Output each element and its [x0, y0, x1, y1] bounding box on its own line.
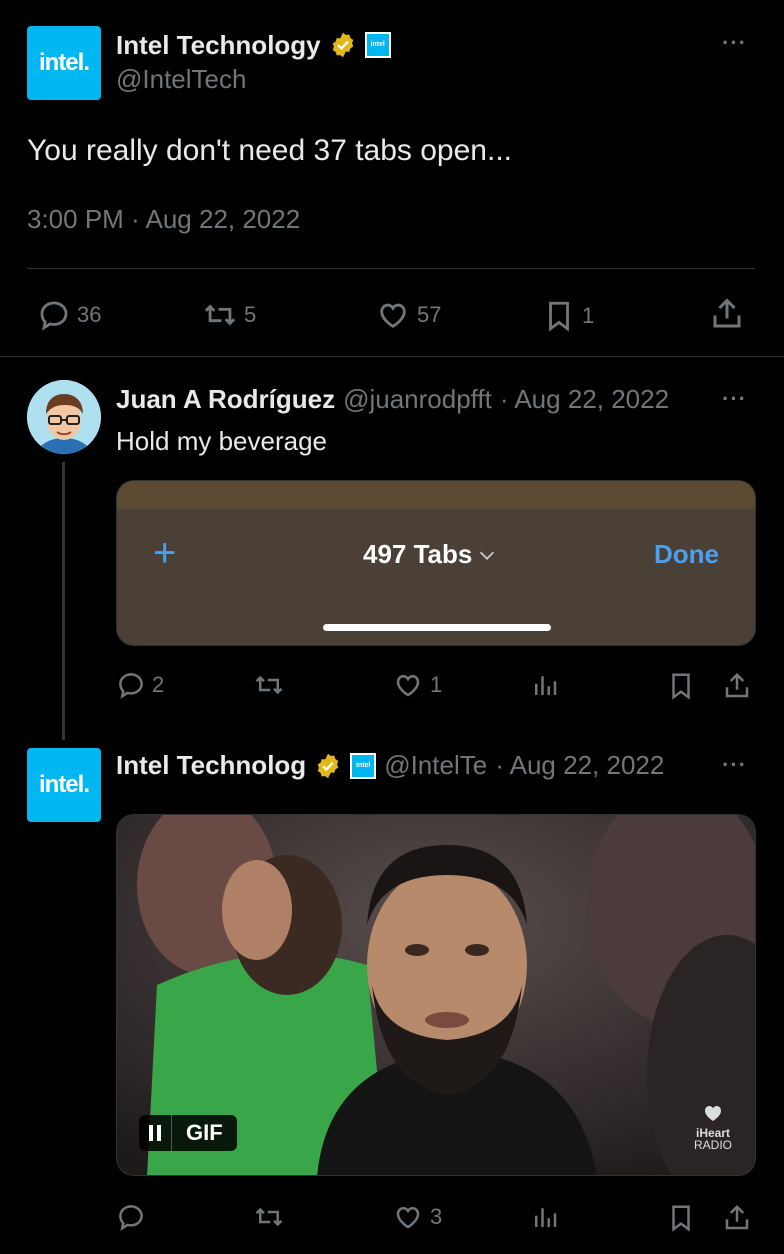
verified-badge-icon [332, 32, 353, 58]
retweet-button[interactable] [252, 670, 292, 700]
reply-button[interactable] [116, 1202, 152, 1232]
reply-text: Hold my beverage [116, 426, 327, 456]
reply-header: Intel Technolog intel @IntelTe · Aug 22,… [116, 750, 716, 781]
retweet-count: 5 [244, 302, 257, 327]
like-button[interactable]: 1 [392, 670, 442, 700]
tweet-text: You really don't need 37 tabs open... [27, 134, 512, 167]
heart-logo-icon [705, 1106, 721, 1121]
user-avatar[interactable] [27, 380, 101, 454]
reply-header: Juan A Rodríguez @juanrodpfft · Aug 22, … [116, 384, 669, 415]
bookmark-button[interactable] [666, 1202, 696, 1234]
share-icon [725, 672, 749, 698]
like-count: 3 [430, 1204, 443, 1229]
reply-date[interactable]: · Aug 22, 2022 [500, 384, 669, 415]
more-options-icon[interactable]: ··· [722, 752, 747, 778]
cartoon-avatar-icon [27, 380, 101, 454]
intel-logo-avatar[interactable]: intel. [27, 748, 101, 822]
author-handle[interactable]: @juanrodpfft [343, 384, 492, 415]
media-screenshot[interactable]: + 497 Tabs Done [116, 480, 756, 646]
heart-icon [396, 674, 420, 697]
like-count: 57 [417, 302, 442, 327]
reply-icon [119, 673, 143, 699]
more-options-icon[interactable]: ··· [722, 386, 747, 412]
verified-badge-icon [317, 753, 339, 778]
gif-badge[interactable]: GIF [139, 1115, 237, 1151]
section-divider [0, 356, 784, 357]
retweet-icon [204, 304, 236, 326]
author-name[interactable]: Intel Technology [116, 30, 321, 61]
main-author-row: Intel Technology intel [116, 28, 391, 62]
plus-icon[interactable]: + [153, 531, 176, 576]
done-button[interactable]: Done [654, 539, 719, 570]
bookmark-count: 1 [582, 303, 595, 328]
bookmark-icon [672, 673, 690, 700]
reply-icon [119, 1205, 143, 1231]
share-button[interactable] [709, 296, 745, 332]
analytics-button[interactable] [530, 670, 560, 700]
reply-count: 2 [152, 672, 165, 697]
more-options-icon[interactable]: ··· [722, 30, 747, 56]
main-actions-bar: 36 5 57 1 [27, 296, 755, 336]
divider [27, 268, 755, 269]
like-button[interactable]: 57 [375, 298, 441, 332]
retweet-button[interactable]: 5 [202, 298, 256, 332]
retweet-button[interactable] [252, 1202, 292, 1232]
retweet-icon [255, 1207, 283, 1227]
affiliate-badge-icon[interactable]: intel [364, 32, 391, 58]
share-button[interactable] [722, 1202, 752, 1234]
reply-icon [40, 301, 68, 331]
tweet-timestamp[interactable]: 3:00 PM · Aug 22, 2022 [27, 204, 300, 235]
author-name[interactable]: Juan A Rodríguez [116, 384, 335, 415]
bookmark-icon [672, 1205, 690, 1232]
reply-1-actions: 2 1 [116, 670, 756, 704]
media-top-strip [117, 481, 755, 509]
author-handle[interactable]: @IntelTech [116, 64, 246, 95]
bookmark-button[interactable]: 1 [542, 298, 594, 334]
heart-icon [396, 1206, 420, 1229]
gif-media[interactable]: GIF iHeart RADIO [116, 814, 756, 1176]
iheart-radio-watermark: iHeart RADIO [683, 1101, 743, 1151]
reply-date[interactable]: · Aug 22, 2022 [495, 750, 664, 781]
like-button[interactable]: 3 [392, 1202, 442, 1232]
affiliate-badge-icon[interactable]: intel [350, 752, 377, 779]
like-count: 1 [430, 672, 443, 697]
reply-button[interactable]: 36 [37, 298, 101, 332]
bookmark-icon [549, 301, 569, 332]
analytics-button[interactable] [530, 1202, 560, 1232]
share-button[interactable] [722, 670, 752, 702]
tabs-count-label[interactable]: 497 Tabs [363, 539, 498, 570]
heart-icon [380, 303, 406, 328]
share-icon [713, 298, 741, 328]
reply-button[interactable]: 2 [116, 670, 164, 700]
gif-label: GIF [186, 1120, 223, 1145]
analytics-icon [535, 676, 557, 695]
pause-icon[interactable] [139, 1115, 171, 1151]
share-icon [725, 1204, 749, 1230]
author-name[interactable]: Intel Technolog [116, 750, 306, 781]
author-handle[interactable]: @IntelTe [384, 750, 487, 781]
reply-2-actions: 3 [116, 1202, 756, 1236]
thread-line [62, 462, 65, 740]
reply-count: 36 [77, 302, 102, 327]
bookmark-button[interactable] [666, 670, 696, 702]
retweet-icon [255, 675, 283, 695]
analytics-icon [535, 1208, 557, 1227]
intel-logo-avatar[interactable]: intel. [27, 26, 101, 100]
home-indicator [323, 624, 551, 631]
chevron-down-icon [480, 551, 495, 560]
